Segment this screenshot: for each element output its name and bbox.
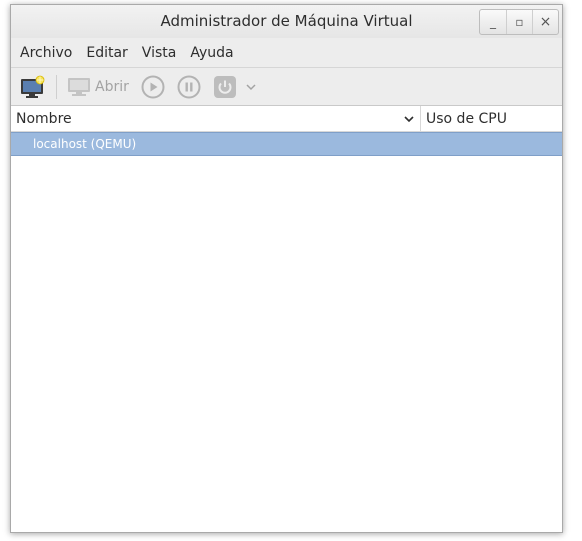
menu-archivo[interactable]: Archivo bbox=[11, 45, 79, 61]
menu-ayuda[interactable]: Ayuda bbox=[183, 45, 240, 61]
run-button[interactable] bbox=[141, 72, 165, 102]
menu-bar: Archivo Editar Vista Ayuda bbox=[11, 38, 562, 68]
main-window: Administrador de Máquina Virtual _ ▫ × A… bbox=[10, 4, 563, 533]
chevron-down-icon bbox=[246, 83, 256, 90]
pause-button[interactable] bbox=[177, 72, 201, 102]
vm-list[interactable]: localhost (QEMU) bbox=[11, 132, 562, 532]
pause-icon bbox=[177, 75, 201, 98]
list-item-label: localhost (QEMU) bbox=[33, 137, 137, 151]
close-icon: × bbox=[539, 14, 552, 30]
title-bar[interactable]: Administrador de Máquina Virtual _ ▫ × bbox=[11, 5, 562, 38]
maximize-icon: ▫ bbox=[515, 15, 524, 29]
toolbar-separator bbox=[56, 74, 57, 99]
play-icon bbox=[141, 75, 165, 98]
open-button[interactable]: Abrir bbox=[67, 72, 129, 102]
minimize-icon: _ bbox=[490, 15, 496, 29]
column-cpu-label: Uso de CPU bbox=[426, 110, 507, 127]
column-cpu-header[interactable]: Uso de CPU bbox=[421, 111, 507, 127]
new-vm-button[interactable] bbox=[20, 72, 46, 102]
window-controls: _ ▫ × bbox=[479, 9, 559, 35]
shutdown-menu-button[interactable] bbox=[245, 72, 257, 102]
chevron-down-icon bbox=[404, 115, 414, 122]
close-button[interactable]: × bbox=[532, 10, 558, 34]
menu-editar[interactable]: Editar bbox=[79, 45, 134, 61]
minimize-button[interactable]: _ bbox=[480, 10, 506, 34]
toolbar: Abrir bbox=[11, 68, 562, 106]
menu-vista[interactable]: Vista bbox=[135, 45, 184, 61]
power-icon bbox=[213, 75, 236, 98]
open-button-label: Abrir bbox=[95, 78, 129, 95]
column-header: Nombre Uso de CPU bbox=[11, 105, 562, 132]
column-name-label: Nombre bbox=[16, 110, 72, 127]
new-vm-icon bbox=[21, 75, 45, 98]
list-item[interactable]: localhost (QEMU) bbox=[11, 132, 562, 156]
monitor-icon bbox=[68, 77, 90, 96]
column-name-header[interactable]: Nombre bbox=[11, 105, 421, 132]
shutdown-button[interactable] bbox=[213, 72, 237, 102]
maximize-button[interactable]: ▫ bbox=[506, 10, 532, 34]
